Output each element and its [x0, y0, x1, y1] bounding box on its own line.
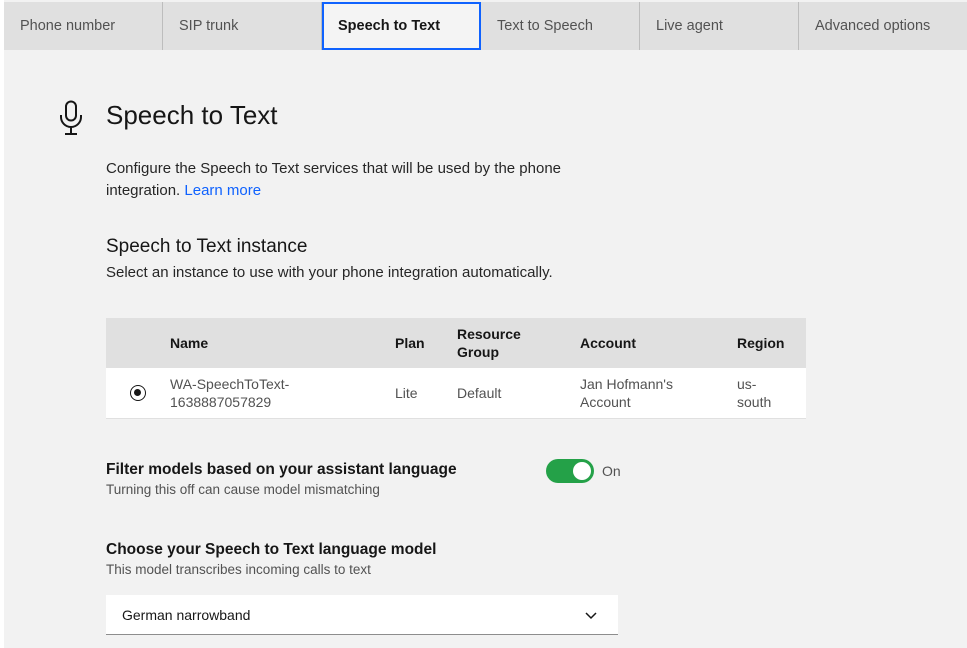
instance-table: Name Plan Resource Group Account Region W…: [106, 318, 806, 419]
resource-group-header-line1: Resource: [457, 326, 521, 342]
language-model-label: Choose your Speech to Text language mode…: [106, 541, 437, 558]
name-column-header: Name: [170, 335, 209, 351]
tab-speech-to-text[interactable]: Speech to Text: [322, 2, 481, 50]
instance-section-subtitle: Select an instance to use with your phon…: [106, 264, 553, 281]
microphone-icon: [60, 100, 82, 135]
description-text: Configure the Speech to Text services th…: [106, 160, 562, 199]
instance-account-cell: Jan Hofmann's Account: [580, 368, 737, 418]
tab-live-agent[interactable]: Live agent: [640, 2, 799, 50]
plan-column-header: Plan: [395, 335, 425, 351]
page-title: Speech to Text: [106, 100, 278, 130]
instance-section-title: Speech to Text instance: [106, 236, 308, 257]
tab-advanced-options[interactable]: Advanced options: [799, 2, 967, 50]
page-description: Configure the Speech to Text services th…: [106, 158, 626, 202]
resource-group-column-header: Resource Group: [457, 318, 580, 368]
learn-more-link[interactable]: Learn more: [184, 182, 261, 199]
resource-group-header-line2: Group: [457, 344, 499, 360]
tab-bar: Phone number SIP trunk Speech to Text Te…: [4, 2, 967, 50]
account-column-header: Account: [580, 335, 636, 351]
instance-group-cell: Default: [457, 384, 502, 401]
instance-region-line2: south: [737, 393, 772, 410]
row-select-cell[interactable]: [106, 368, 170, 418]
table-header-row: Name Plan Resource Group Account Region: [106, 318, 806, 368]
language-model-selected-value: German narrowband: [122, 606, 251, 623]
instance-name-line1: WA-SpeechToText-: [170, 375, 290, 392]
instance-account-line1: Jan Hofmann's: [580, 375, 673, 392]
region-column-header: Region: [737, 335, 785, 351]
instance-region-line1: us-: [737, 375, 757, 392]
toggle-knob: [573, 462, 591, 480]
instance-plan-cell: Lite: [395, 384, 418, 401]
language-model-dropdown[interactable]: German narrowband: [106, 595, 618, 635]
tab-text-to-speech[interactable]: Text to Speech: [481, 2, 640, 50]
select-column-header: [106, 318, 170, 368]
chevron-down-icon: [585, 612, 597, 620]
filter-models-toggle[interactable]: [546, 459, 594, 483]
instance-name-line2: 1638887057829: [170, 393, 272, 410]
tab-sip-trunk[interactable]: SIP trunk: [163, 2, 322, 50]
instance-region-cell: us-south: [737, 368, 806, 418]
instance-name-cell: WA-SpeechToText- 1638887057829: [170, 368, 395, 418]
tab-phone-number[interactable]: Phone number: [4, 2, 163, 50]
filter-models-helper: Turning this off can cause model mismatc…: [106, 482, 380, 497]
language-model-helper: This model transcribes incoming calls to…: [106, 562, 371, 577]
filter-models-label: Filter models based on your assistant la…: [106, 461, 457, 478]
instance-account-line2: Account: [580, 393, 631, 410]
toggle-state-label: On: [602, 463, 621, 479]
table-row[interactable]: WA-SpeechToText- 1638887057829 Lite Defau…: [106, 368, 806, 418]
instance-radio-button[interactable]: [130, 384, 146, 401]
